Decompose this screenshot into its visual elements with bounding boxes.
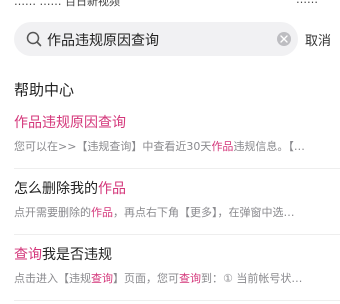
result-title-text: 怎么删除我的 [14,181,98,197]
result-snippet-text: 违规信息。【… [233,140,305,153]
divider [14,168,340,169]
search-input[interactable]: 作品违规原因查询 [14,22,298,56]
result-snippet: 您可以在>>【违规查询】中查看近30天作品违规信息。【… [14,140,326,154]
result-item[interactable]: 怎么删除我的作品 点开需要删除的作品，再点右下角【更多】，在弹窗中选… [14,180,326,224]
clear-icon [280,35,288,43]
result-title-highlight: 作品违规原因查询 [14,115,126,131]
clear-search-button[interactable] [277,32,291,46]
divider [14,234,340,235]
status-bar: …… …… 百日新视频 …… [0,0,340,10]
result-title: 查询我是否违规 [14,246,326,264]
section-title-help-center: 帮助中心 [14,81,75,99]
status-bar-left-text: …… …… 百日新视频 [14,0,120,8]
result-snippet-text: ，再点右下角【更多】，在弹窗中选… [113,206,295,219]
result-item[interactable]: 作品违规原因查询 您可以在>>【违规查询】中查看近30天作品违规信息。【… [14,114,326,158]
result-snippet-highlight: 作品 [211,140,234,153]
result-snippet-text: 点击进入【违规 [14,272,91,285]
result-item[interactable]: 查询我是否违规 点击进入【违规查询】页面，您可查询到：① 当前帐号状… [14,246,326,290]
result-title: 怎么删除我的作品 [14,180,326,198]
result-snippet: 点开需要删除的作品，再点右下角【更多】，在弹窗中选… [14,206,326,220]
result-snippet-highlight: 作品 [91,206,113,219]
result-snippet-text: 点开需要删除的 [14,206,91,219]
result-snippet-highlight: 查询 [91,272,113,285]
result-title: 作品违规原因查询 [14,114,326,132]
result-snippet-text: 到：① 当前帐号状… [201,272,303,285]
result-title-text: 我是否违规 [42,247,112,263]
result-snippet-text: 】页面，您可 [113,272,179,285]
result-snippet-text: 您可以在>>【违规查询】中查看近30天 [14,140,212,153]
result-title-highlight: 查询 [14,247,42,263]
result-title-highlight: 作品 [98,181,126,197]
result-snippet: 点击进入【违规查询】页面，您可查询到：① 当前帐号状… [14,272,326,286]
cancel-button[interactable]: 取消 [305,30,331,49]
result-snippet-highlight: 查询 [179,272,201,285]
search-bar: 作品违规原因查询 取消 [0,22,340,58]
status-bar-right-text: …… [296,0,318,6]
search-icon [26,31,42,47]
search-query-text: 作品违规原因查询 [47,33,159,49]
divider [14,300,340,301]
